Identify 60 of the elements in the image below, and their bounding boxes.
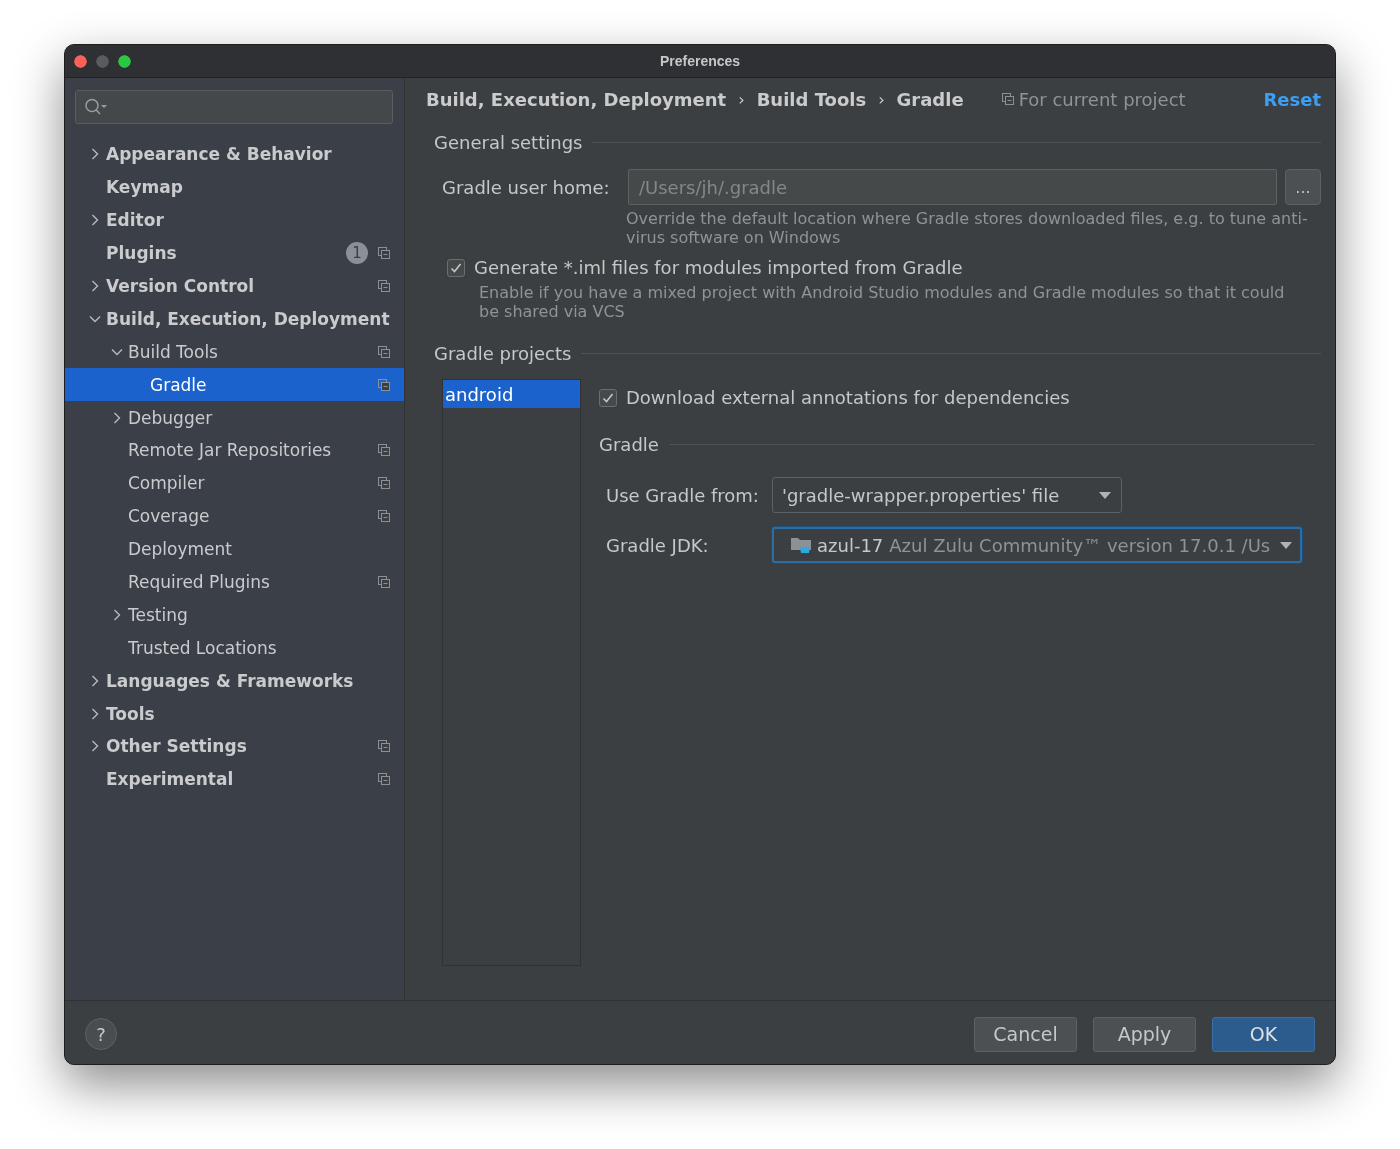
section-title: General settings [434, 131, 583, 153]
dropdown[interactable]: 'gradle-wrapper.properties' file [772, 477, 1122, 513]
dropdown[interactable]: azul-17 Azul Zulu Community™ version 17.0.1 /Us [772, 527, 1302, 563]
tree-item[interactable]: Remote Jar Repositories [65, 434, 404, 467]
breadcrumb-item[interactable]: Build, Execution, Deployment [426, 88, 727, 110]
section-title: Gradle [599, 433, 659, 455]
tree-item[interactable]: Experimental [65, 762, 404, 796]
tree-item[interactable]: Languages & Frameworks [65, 664, 404, 698]
window-title: Preferences [659, 53, 741, 69]
tree-item[interactable]: Compiler [65, 466, 404, 500]
search-field[interactable] [75, 90, 393, 124]
project-item[interactable]: android [443, 380, 580, 408]
browse-button[interactable]: ... [1285, 169, 1321, 205]
tree-item[interactable]: Build, Execution, Deployment [65, 302, 404, 336]
input-field[interactable]: /Users/jh/.gradle [628, 169, 1277, 205]
copy-icon [1001, 93, 1014, 105]
checkbox[interactable] [599, 388, 617, 407]
breadcrumb-item[interactable]: Gradle [896, 88, 964, 110]
section-title: Gradle projects [434, 342, 572, 364]
checkbox[interactable] [447, 258, 465, 277]
tree-item[interactable]: Required Plugins [65, 565, 404, 599]
folder-icon [791, 536, 813, 554]
tree-item[interactable]: Editor [65, 203, 404, 237]
breadcrumb-separator: › [738, 89, 745, 109]
breadcrumb-item[interactable]: Build Tools [756, 88, 867, 110]
hint-text: Override the default location where Gradle stores downloaded files, e.g. to tune anti-virus software on Windows [626, 209, 1308, 247]
reset-link[interactable]: Reset [1263, 88, 1321, 110]
checkbox-label: Download external annotations for dependencies [626, 387, 1070, 408]
search-icon [84, 98, 108, 116]
ok-button[interactable]: OK [1212, 1016, 1315, 1052]
tree-item[interactable]: Deployment [65, 532, 404, 566]
checkmark-icon [450, 261, 462, 274]
field-label: Use Gradle from: [605, 484, 760, 506]
maximize-icon[interactable] [118, 54, 131, 68]
caret-icon [1280, 541, 1293, 549]
tree-item[interactable]: Plugins 1 [65, 236, 404, 270]
tree-item[interactable]: Debugger [65, 401, 404, 434]
tree-item[interactable]: Testing [65, 598, 404, 632]
field-label: Gradle user home: [442, 176, 611, 198]
tree-item[interactable]: Other Settings [65, 730, 404, 763]
tree-item[interactable]: Tools [65, 697, 404, 731]
checkbox-label: Generate *.iml files for modules imported from Gradle [474, 257, 963, 278]
caret-icon [1099, 491, 1111, 499]
tree-item[interactable]: Appearance & Behavior [65, 138, 404, 171]
help-button[interactable]: ? [85, 1018, 117, 1050]
close-icon[interactable] [74, 54, 87, 68]
checkmark-icon [602, 391, 614, 404]
breadcrumb-separator: › [878, 89, 885, 109]
count-badge: 1 [346, 242, 368, 265]
tree-item[interactable]: Version Control [65, 269, 404, 303]
tree-item[interactable]: Build Tools [65, 335, 404, 369]
field-label: Gradle JDK: [605, 534, 710, 556]
tree-item[interactable]: Keymap [65, 170, 404, 204]
dialog-button[interactable]: Cancel [974, 1016, 1077, 1052]
dialog-button[interactable]: Apply [1093, 1016, 1196, 1052]
tree-item[interactable]: Trusted Locations [65, 631, 404, 665]
hint-text: Enable if you have a mixed project with Android Studio modules and Gradle modules so that it could be shared via VCS [479, 283, 1285, 321]
tree-item[interactable]: Coverage [65, 499, 404, 533]
tree-item[interactable]: Gradle [65, 368, 404, 402]
scope-label: For current project [1018, 88, 1186, 110]
